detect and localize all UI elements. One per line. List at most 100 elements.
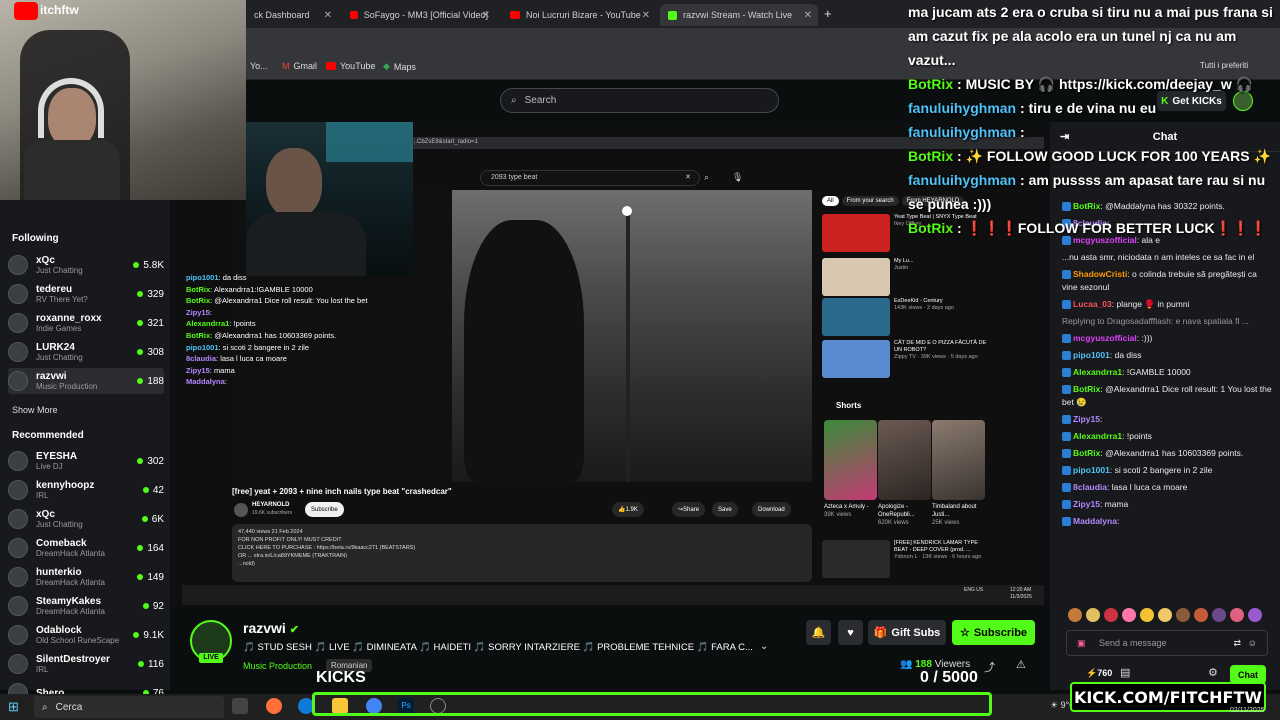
colon: : <box>209 307 212 317</box>
chat-username[interactable]: ShadowCristi <box>1073 269 1127 279</box>
short-views: 39K views <box>824 512 852 518</box>
new-tab-button[interactable]: + <box>824 6 832 21</box>
tab-sofaygo[interactable]: SoFaygo - MM3 [Official Video] ✕ <box>342 4 496 26</box>
razvwi-face <box>266 148 322 218</box>
emote-icon[interactable] <box>1158 608 1172 622</box>
task-view-icon[interactable] <box>232 698 248 714</box>
chat-username[interactable]: BotRix <box>1073 384 1100 394</box>
sidebar-item-hunterkio[interactable]: hunterkio DreamHack Atlanta 149 <box>8 564 164 590</box>
emote-icon[interactable] <box>1194 608 1208 622</box>
emote-icon[interactable] <box>1104 608 1118 622</box>
translate-icon[interactable]: ⇄ <box>1233 638 1241 649</box>
overlay-chat-text: @Alexandrra1 Dice roll result: You lost … <box>214 296 368 306</box>
gift-subs-button[interactable]: 🎁 Gift Subs <box>868 620 946 645</box>
colon: : <box>1099 414 1103 424</box>
bell-icon[interactable]: 🔔 <box>806 620 831 645</box>
search-icon: ⌕ <box>704 172 710 182</box>
chat-username[interactable]: Alexandrra1 <box>1073 367 1122 377</box>
windows-start-icon[interactable]: ⊞ <box>8 699 19 715</box>
chat-message: BotRix: @Alexandrra1 Dice roll result: 1… <box>1062 383 1274 409</box>
points-display[interactable]: ⚡760 <box>1086 668 1112 679</box>
chat-username[interactable]: pipo1001 <box>1073 350 1110 360</box>
sidebar-item-comeback[interactable]: Comeback DreamHack Atlanta 164 <box>8 535 164 561</box>
rec-meta: Ysbrum L · 13K views · 6 hours ago <box>894 554 982 560</box>
firefox-icon[interactable] <box>266 698 282 714</box>
colon: : <box>224 377 227 387</box>
badge-icon <box>1062 368 1071 378</box>
subscribe-button[interactable]: ☆ Subscribe <box>952 620 1035 645</box>
tab-dashboard[interactable]: ck Dashboard ✕ <box>246 4 338 26</box>
chat-username[interactable]: Lucaa_03 <box>1073 299 1112 309</box>
live-dot-icon <box>137 574 144 580</box>
chat-username[interactable]: mcgyuszofficial <box>1073 333 1137 343</box>
emote-icon[interactable] <box>1122 608 1136 622</box>
tab-noi-lucruri[interactable]: Noi Lucruri Bizare - YouTube ✕ <box>502 4 656 26</box>
short-thumbnail <box>824 420 877 500</box>
sidebar-item-name: EYESHA <box>36 451 78 462</box>
sidebar-item-tedereu[interactable]: tedereu RV There Yet? 329 <box>8 281 164 307</box>
sidebar-item-kennyhoopz[interactable]: kennyhoopz IRL 42 <box>8 477 164 503</box>
close-icon[interactable]: ✕ <box>642 10 650 21</box>
emote-icon[interactable] <box>1230 608 1244 622</box>
shop-icon[interactable]: ▤ <box>1120 666 1130 679</box>
sidebar-item-silentdestroyer[interactable]: SilentDestroyer IRL 116 <box>8 651 164 677</box>
gear-icon[interactable]: ⚙ <box>1208 666 1218 679</box>
chat-username[interactable]: Zipy15 <box>1073 414 1100 424</box>
sidebar-item-viewers: 92 <box>142 601 164 612</box>
youtube-description: 47,440 views 21 Feb 2024 FOR NON PROFIT O… <box>232 524 812 582</box>
sidebar-item-razvwi[interactable]: razvwi Music Production 188 <box>8 368 164 394</box>
share-icon[interactable]: ⤴ <box>984 659 995 675</box>
emote-icon[interactable] <box>1068 608 1082 622</box>
sidebar-item-roxanne_roxx[interactable]: roxanne_roxx Indie Games 321 <box>8 310 164 336</box>
sidebar-item-viewers: 9.1K <box>133 630 164 641</box>
chat-username[interactable]: 8claudia <box>1073 482 1107 492</box>
close-icon[interactable]: ✕ <box>324 10 332 21</box>
chat-username[interactable]: Maddalyna <box>1073 516 1117 526</box>
share-button: ↪ Share <box>672 502 706 517</box>
sidebar-item-eyesha[interactable]: EYESHA Live DJ 302 <box>8 448 164 474</box>
sidebar-item-xqc[interactable]: xQc Just Chatting 6K <box>8 506 164 532</box>
emoji-icon[interactable]: ☺ <box>1248 638 1257 648</box>
search-input[interactable]: ⌕ Search <box>500 88 779 113</box>
emote-icon[interactable] <box>1176 608 1190 622</box>
emote-icon[interactable] <box>1086 608 1100 622</box>
sidebar-item-steamykakes[interactable]: SteamyKakes DreamHack Atlanta 92 <box>8 593 164 619</box>
star-icon: ☆ <box>959 627 970 639</box>
windows-search-input[interactable]: ⌕ Cerca <box>34 696 224 718</box>
chat-input[interactable]: ▣ Send a message ⇄ ☺ <box>1066 630 1268 656</box>
youtube-channel-name: HEYARNOLD <box>252 502 290 508</box>
sidebar-item-xqc[interactable]: xQc Just Chatting 5.8K <box>8 252 164 278</box>
emote-icon[interactable] <box>1212 608 1226 622</box>
emote-icon[interactable] <box>1248 608 1262 622</box>
sidebar-item-lurk24[interactable]: LURK24 Just Chatting 308 <box>8 339 164 365</box>
channel-name[interactable]: razvwi ✔ <box>243 620 299 636</box>
like-button: 👍 1.9K <box>612 502 644 517</box>
report-icon[interactable]: ⚠ <box>1016 658 1026 671</box>
bookmark-yo[interactable]: Yo... <box>250 61 268 71</box>
bookmark-gmail[interactable]: M Gmail <box>282 61 317 71</box>
overlay-chat-user: Maddalyna <box>186 377 225 387</box>
show-more-button[interactable]: Show More <box>12 405 58 415</box>
close-icon[interactable]: ✕ <box>804 10 812 21</box>
kicks-goal-count: 0 / 5000 <box>920 669 978 687</box>
sidebar-item-category: DreamHack Atlanta <box>36 549 105 558</box>
stream-category[interactable]: Music Production <box>243 661 312 671</box>
emote-icon[interactable] <box>1140 608 1154 622</box>
shorts-title: Shorts <box>836 401 862 410</box>
sidebar-item-viewers: 164 <box>137 543 164 554</box>
viewer-count-text: 321 <box>147 317 164 329</box>
overlay-chat-text: !points <box>233 319 256 329</box>
sidebar-item-odablock[interactable]: Odablock Old School RuneScape 9.1K <box>8 622 164 648</box>
tab-razvwi-stream[interactable]: razvwi Stream - Watch Live ✕ <box>660 4 818 26</box>
chat-username[interactable]: Alexandrra1 <box>1073 431 1122 441</box>
bookmark-maps[interactable]: ◆ Maps <box>383 61 416 72</box>
gift-icon[interactable]: ▣ <box>1077 638 1086 649</box>
close-icon[interactable]: ✕ <box>482 10 490 21</box>
bookmark-youtube[interactable]: YouTube <box>326 61 375 71</box>
heart-icon[interactable]: ♥ <box>838 620 863 645</box>
description-line: 47,440 views 21 Feb 2024 <box>238 529 303 535</box>
chevron-down-icon[interactable]: ⌄ <box>760 641 768 652</box>
chat-username[interactable]: Zipy15 <box>1073 499 1100 509</box>
chat-username[interactable]: BotRix <box>1073 448 1100 458</box>
chat-username[interactable]: pipo1001 <box>1073 465 1110 475</box>
